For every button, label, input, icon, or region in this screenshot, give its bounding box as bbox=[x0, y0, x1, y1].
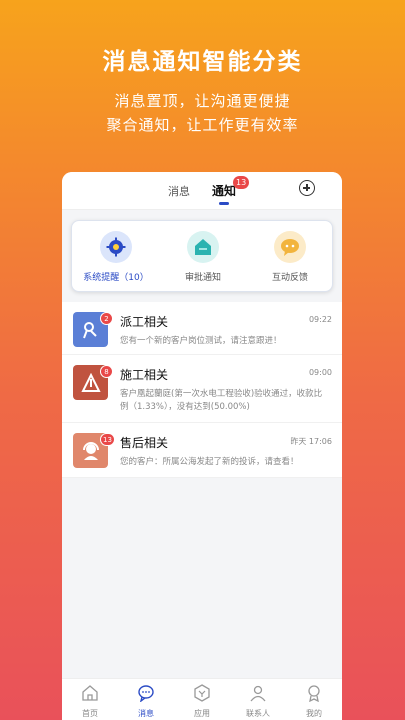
list-item-after-sales[interactable]: 13 售后相关 昨天 17:06 您的客户：所属公海发起了新的投诉，请查看！ bbox=[62, 423, 342, 478]
home-icon bbox=[82, 685, 98, 701]
active-tab-indicator bbox=[219, 202, 229, 205]
category-label: 系统提醒（10） bbox=[83, 273, 149, 283]
contacts-icon bbox=[250, 685, 266, 702]
nav-label: 联系人 bbox=[246, 709, 270, 718]
message-title: 施工相关 bbox=[120, 368, 169, 382]
nav-label: 应用 bbox=[194, 709, 210, 718]
unread-badge: 13 bbox=[100, 433, 115, 446]
category-label: 审批通知 bbox=[184, 273, 221, 283]
notification-badge: 13 bbox=[233, 176, 250, 189]
tab-bar: 消息 通知 13 bbox=[62, 172, 342, 210]
nav-contacts[interactable]: 联系人 bbox=[230, 684, 286, 719]
nav-label: 我的 bbox=[306, 709, 322, 718]
tab-messages[interactable]: 消息 bbox=[168, 183, 190, 199]
message-title: 售后相关 bbox=[120, 436, 169, 450]
unread-badge: 2 bbox=[100, 312, 113, 325]
list-item-dispatch[interactable]: 2 派工相关 09:22 您有一个新的客户岗位测试，请注意跟进！ bbox=[62, 302, 342, 355]
message-time: 昨天 17:06 bbox=[290, 437, 332, 446]
phone-screen: 消息 通知 13 系统提醒（10） 审批通知 互动反馈 2 派工相关 09:22… bbox=[62, 172, 342, 720]
nav-home[interactable]: 首页 bbox=[62, 684, 118, 719]
house-icon bbox=[187, 231, 219, 263]
message-icon bbox=[138, 685, 154, 703]
promo-title: 消息通知智能分类 bbox=[102, 49, 303, 75]
category-approval[interactable]: 审批通知 bbox=[159, 231, 247, 283]
nav-label: 消息 bbox=[138, 709, 154, 718]
profile-icon bbox=[308, 685, 320, 703]
nav-messages[interactable]: 消息 bbox=[118, 684, 174, 719]
apps-icon bbox=[194, 684, 210, 702]
message-preview: 客户凰起蘭庭(第一次水电工程验收)验收通过，收款比例（1.33%），没有达到(5… bbox=[120, 389, 323, 412]
message-time: 09:22 bbox=[308, 315, 332, 324]
message-preview: 您的客户：所属公海发起了新的投诉，请查看！ bbox=[120, 457, 299, 467]
message-time: 09:00 bbox=[308, 368, 332, 377]
nav-label: 首页 bbox=[82, 709, 98, 718]
category-label: 互动反馈 bbox=[271, 273, 308, 283]
promo-subtitle-line1: 消息置顶，让沟通更便捷 bbox=[114, 92, 291, 110]
add-icon[interactable] bbox=[299, 180, 315, 196]
message-preview: 您有一个新的客户岗位测试，请注意跟进！ bbox=[120, 336, 282, 346]
message-title: 派工相关 bbox=[120, 315, 169, 329]
unread-badge: 8 bbox=[100, 365, 113, 378]
category-card: 系统提醒（10） 审批通知 互动反馈 bbox=[71, 220, 333, 292]
category-system-reminder[interactable]: 系统提醒（10） bbox=[72, 231, 160, 283]
chat-bubble-icon bbox=[274, 231, 306, 263]
promo-subtitle-line2: 聚合通知，让工作更有效率 bbox=[106, 116, 299, 134]
gear-icon bbox=[100, 231, 132, 263]
nav-profile[interactable]: 我的 bbox=[286, 684, 342, 719]
nav-apps[interactable]: 应用 bbox=[174, 684, 230, 719]
list-item-construction[interactable]: 8 施工相关 09:00 客户凰起蘭庭(第一次水电工程验收)验收通过，收款比例（… bbox=[62, 355, 342, 423]
category-feedback[interactable]: 互动反馈 bbox=[246, 231, 334, 283]
bottom-navbar: 首页 消息 应用 联系人 我的 bbox=[62, 678, 342, 720]
